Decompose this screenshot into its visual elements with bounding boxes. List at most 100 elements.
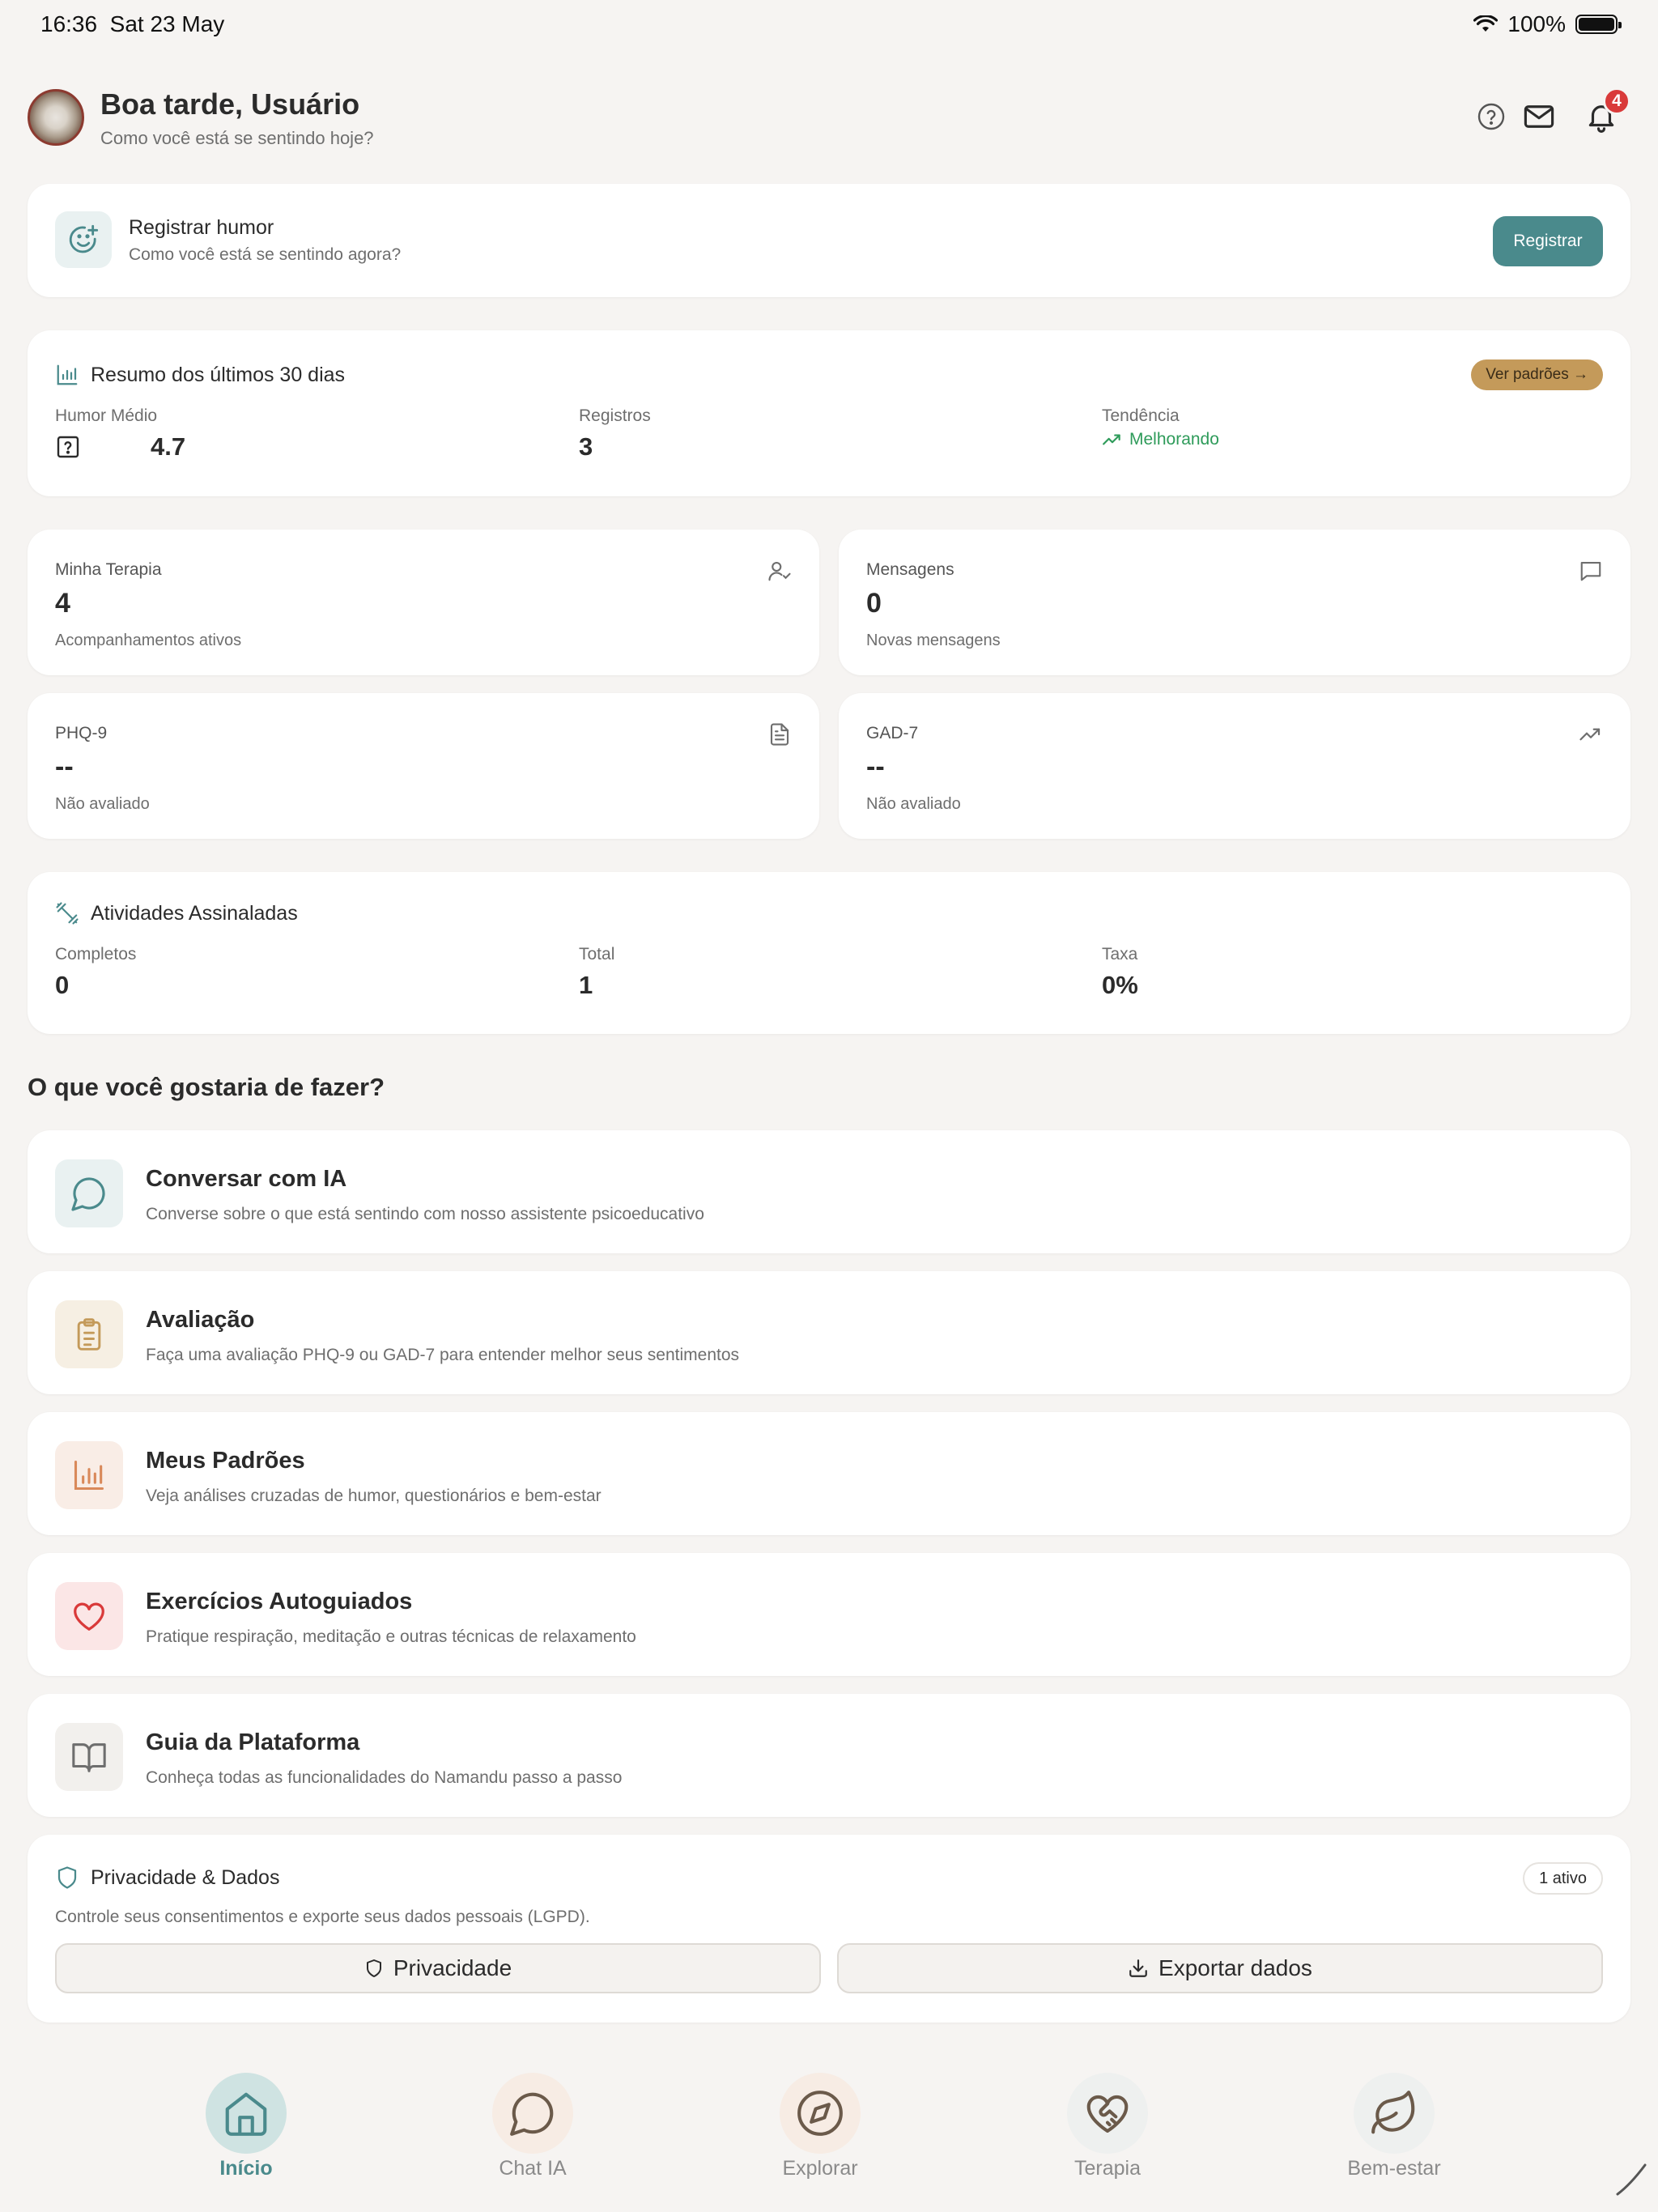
total-value: 1	[579, 971, 593, 999]
help-icon[interactable]	[1472, 97, 1511, 136]
records-value: 3	[579, 432, 593, 461]
action-subtitle: Veja análises cruzadas de humor, questio…	[146, 1487, 602, 1505]
action-title: Meus Padrões	[146, 1448, 305, 1474]
therapy-value: 4	[55, 588, 70, 619]
nav-wellbeing[interactable]: Bem-estar	[1305, 2073, 1483, 2186]
phq9-label: PHQ-9	[55, 724, 108, 742]
register-mood-button[interactable]: Registrar	[1493, 216, 1603, 266]
nav-therapy[interactable]: Terapia	[1018, 2073, 1197, 2186]
summary-title: Resumo dos últimos 30 dias	[91, 363, 346, 386]
messages-value: 0	[866, 588, 882, 619]
phq9-card[interactable]: PHQ-9 -- Não avaliado	[28, 693, 819, 839]
question-box-icon	[55, 434, 81, 460]
battery-percent: 100%	[1507, 11, 1566, 36]
leaf-icon	[1354, 2073, 1435, 2154]
rate-value: 0%	[1102, 971, 1138, 999]
nav-chat[interactable]: Chat IA	[444, 2073, 622, 2186]
notification-badge: 4	[1603, 87, 1630, 115]
heart-handshake-icon	[1067, 2073, 1148, 2154]
trend-label: Tendência	[1102, 406, 1180, 425]
action-subtitle: Conheça todas as funcionalidades do Nama…	[146, 1768, 623, 1787]
smile-plus-icon	[55, 211, 112, 268]
therapy-label: Minha Terapia	[55, 560, 162, 579]
mood-register-card: Registrar humor Como você está se sentin…	[28, 184, 1630, 297]
nav-label: Bem-estar	[1347, 2157, 1441, 2180]
messages-label: Mensagens	[866, 560, 954, 579]
home-icon	[206, 2073, 287, 2154]
activities-card: Atividades Assinaladas Completos 0 Total…	[28, 872, 1630, 1034]
clipboard-icon	[55, 1300, 123, 1368]
gad7-sub: Não avaliado	[866, 795, 961, 813]
action-title: Guia da Plataforma	[146, 1729, 360, 1755]
therapy-card[interactable]: Minha Terapia 4 Acompanhamentos ativos	[28, 530, 819, 675]
activities-header: Atividades Assinaladas	[55, 901, 298, 925]
view-patterns-link[interactable]: Ver padrões →	[1471, 359, 1603, 390]
gad7-card[interactable]: GAD-7 -- Não avaliado	[839, 693, 1630, 839]
activities-title: Atividades Assinaladas	[91, 901, 298, 925]
dumbbell-icon	[56, 902, 79, 925]
rate-label: Taxa	[1102, 945, 1138, 963]
book-open-icon	[55, 1723, 123, 1791]
trending-up-icon	[1103, 434, 1120, 445]
action-title: Exercícios Autoguiados	[146, 1589, 413, 1614]
nav-explore[interactable]: Explorar	[731, 2073, 909, 2186]
download-icon	[1129, 1959, 1147, 1977]
messages-sub: Novas mensagens	[866, 632, 1001, 649]
greeting-title: Boa tarde, Usuário	[100, 87, 360, 121]
avg-mood-label: Humor Médio	[55, 406, 158, 425]
nav-label: Chat IA	[499, 2157, 567, 2180]
records-label: Registros	[579, 406, 651, 425]
shield-icon	[57, 1866, 77, 1889]
gad7-label: GAD-7	[866, 724, 919, 742]
avatar[interactable]	[28, 89, 84, 146]
privacy-button[interactable]: Privacidade	[55, 1943, 821, 1993]
bar-chart-icon	[55, 1441, 123, 1509]
pencil-scribble-icon	[1616, 2163, 1647, 2196]
summary-card: Resumo dos últimos 30 dias Ver padrões →…	[28, 330, 1630, 496]
battery-icon	[1575, 15, 1622, 34]
mood-card-title: Registrar humor	[129, 216, 274, 239]
mail-icon[interactable]	[1520, 97, 1558, 136]
privacy-card: Privacidade & Dados 1 ativo Controle seu…	[28, 1835, 1630, 2023]
action-subtitle: Pratique respiração, meditação e outras …	[146, 1627, 636, 1646]
nav-label: Explorar	[782, 2157, 858, 2180]
phq9-value: --	[55, 751, 74, 782]
action-title: Avaliação	[146, 1307, 255, 1333]
nav-label: Terapia	[1074, 2157, 1141, 2180]
trending-up-icon	[1579, 728, 1601, 741]
privacy-header: Privacidade & Dados	[55, 1865, 279, 1890]
chat-bubble-icon	[492, 2073, 573, 2154]
summary-header: Resumo dos últimos 30 dias	[55, 363, 345, 387]
action-assessment[interactable]: Avaliação Faça uma avaliação PHQ-9 ou GA…	[28, 1271, 1630, 1394]
trend-value: Melhorando	[1102, 429, 1219, 450]
privacy-status-badge: 1 ativo	[1523, 1862, 1603, 1895]
completed-value: 0	[55, 971, 70, 999]
privacy-subtitle: Controle seus consentimentos e exporte s…	[55, 1908, 590, 1926]
action-title: Conversar com IA	[146, 1166, 347, 1192]
messages-card[interactable]: Mensagens 0 Novas mensagens	[839, 530, 1630, 675]
greeting-subtitle: Como você está se sentindo hoje?	[100, 128, 374, 148]
section-title: O que você gostaria de fazer?	[28, 1073, 385, 1101]
action-guide[interactable]: Guia da Plataforma Conheça todas as func…	[28, 1694, 1630, 1817]
action-chat-ai[interactable]: Conversar com IA Converse sobre o que es…	[28, 1130, 1630, 1253]
phq9-sub: Não avaliado	[55, 795, 150, 813]
wifi-icon	[1473, 15, 1499, 32]
chat-bubble-icon	[55, 1159, 123, 1227]
compass-icon	[780, 2073, 861, 2154]
status-indicators: 100%	[1473, 11, 1622, 37]
nav-home[interactable]: Início	[157, 2073, 335, 2186]
action-patterns[interactable]: Meus Padrões Veja análises cruzadas de h…	[28, 1412, 1630, 1535]
action-exercises[interactable]: Exercícios Autoguiados Pratique respiraç…	[28, 1553, 1630, 1676]
file-text-icon	[770, 723, 789, 746]
user-check-icon	[768, 561, 791, 581]
export-data-button[interactable]: Exportar dados	[837, 1943, 1603, 1993]
action-subtitle: Faça uma avaliação PHQ-9 ou GAD-7 para e…	[146, 1346, 740, 1364]
total-label: Total	[579, 945, 615, 963]
shield-icon	[366, 1959, 381, 1977]
nav-label: Início	[219, 2157, 273, 2180]
therapy-sub: Acompanhamentos ativos	[55, 632, 242, 649]
heart-icon	[55, 1582, 123, 1650]
mood-card-subtitle: Como você está se sentindo agora?	[129, 245, 402, 264]
action-subtitle: Converse sobre o que está sentindo com n…	[146, 1205, 704, 1223]
completed-label: Completos	[55, 945, 137, 963]
